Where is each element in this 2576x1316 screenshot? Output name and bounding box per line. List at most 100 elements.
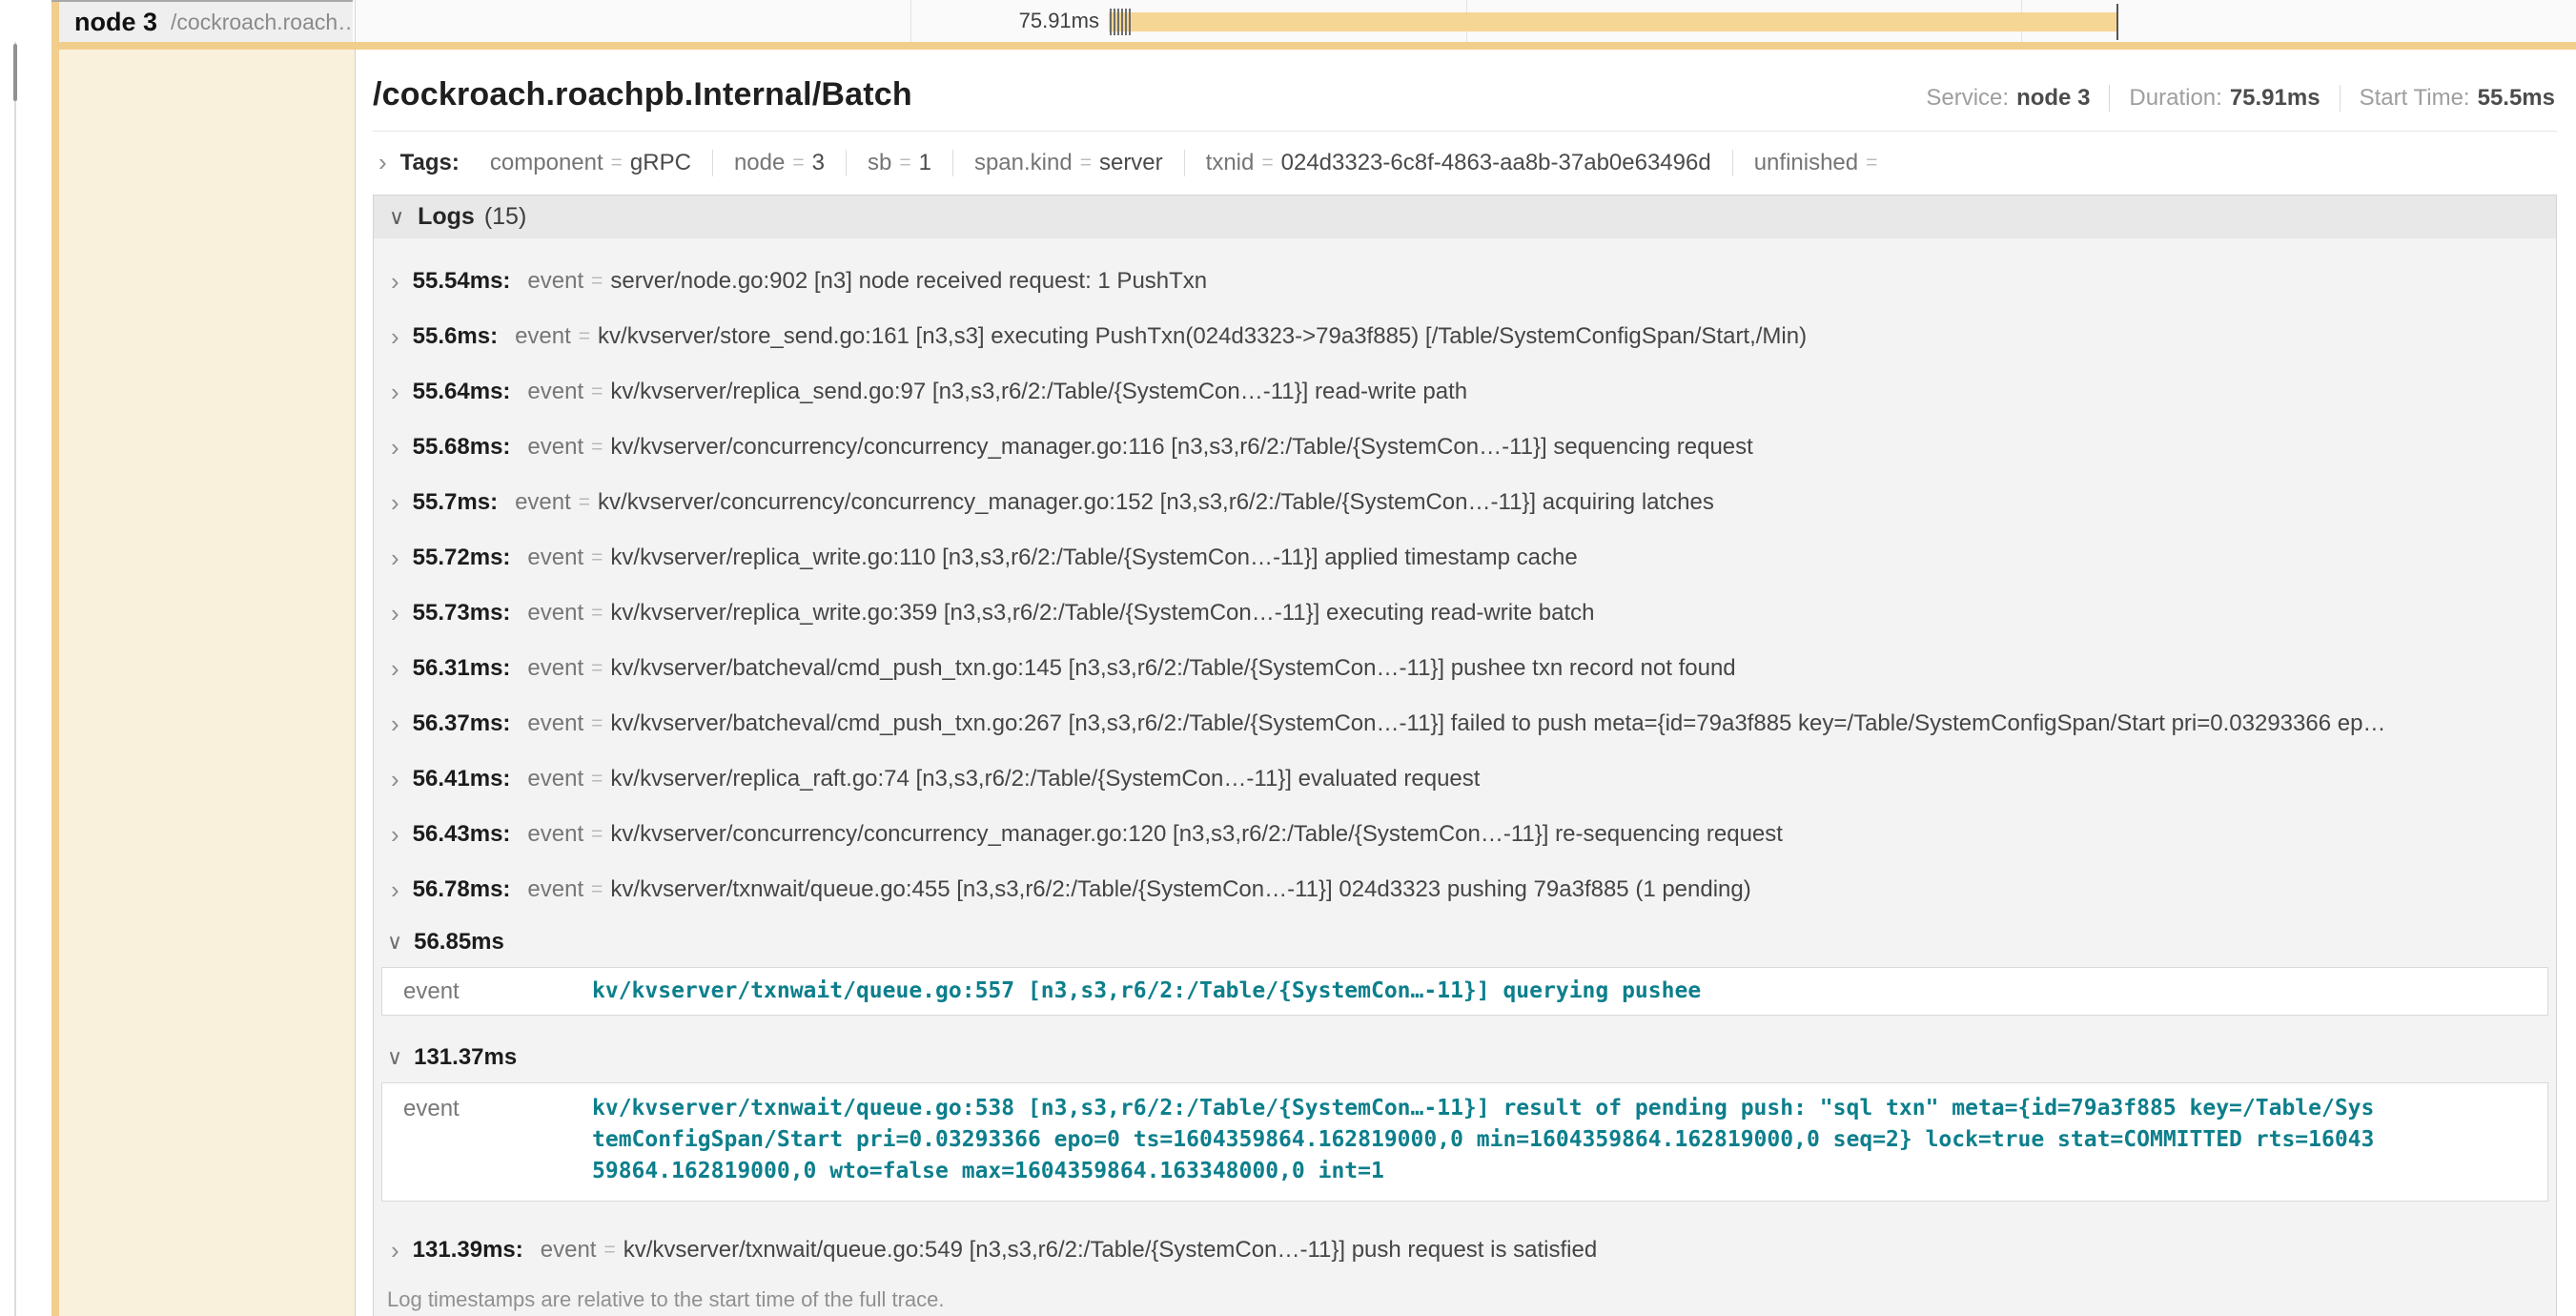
log-field-value[interactable]: kv/kvserver/txnwait/queue.go:557 [n3,s3,… xyxy=(592,976,1716,1007)
tag-span-kind: span.kind = server xyxy=(953,150,1185,176)
log-equals: = xyxy=(591,878,603,901)
log-value: kv/kvserver/replica_write.go:110 [n3,s3,… xyxy=(610,545,1577,571)
log-row[interactable]: › 55.72ms: event = kv/kvserver/replica_w… xyxy=(374,530,2556,586)
log-equals: = xyxy=(591,823,603,846)
log-time: 55.64ms: xyxy=(413,379,511,405)
log-field: event xyxy=(527,766,583,792)
log-value: kv/kvserver/replica_write.go:359 [n3,s3,… xyxy=(610,600,1594,627)
span-operation-name: /cockroach.roach… xyxy=(171,10,353,35)
scrollbar-thumb[interactable] xyxy=(13,44,17,101)
logs-section: ∨ Logs (15) › 55.54ms: event = server/no… xyxy=(373,195,2557,1316)
log-value: kv/kvserver/replica_send.go:97 [n3,s3,r6… xyxy=(610,379,1467,405)
chevron-right-icon: › xyxy=(391,765,399,794)
tag-equals: = xyxy=(1866,152,1877,175)
operation-title: /cockroach.roachpb.Internal/Batch xyxy=(373,76,912,113)
log-row[interactable]: › 55.54ms: event = server/node.go:902 [n… xyxy=(374,254,2556,309)
tag-value: 3 xyxy=(812,150,825,176)
span-service-name: node 3 xyxy=(74,8,157,37)
detail-header: /cockroach.roachpb.Internal/Batch Servic… xyxy=(373,50,2557,132)
chevron-right-icon: › xyxy=(391,378,399,407)
log-row[interactable]: › 56.41ms: event = kv/kvserver/replica_r… xyxy=(374,751,2556,807)
log-tick-icon xyxy=(1110,9,1112,35)
log-tick-icon xyxy=(1129,9,1131,35)
log-field: event xyxy=(515,489,571,516)
duration-label: Duration: xyxy=(2129,85,2221,112)
logs-title: Logs xyxy=(418,203,475,231)
log-time: 55.73ms: xyxy=(413,600,511,627)
log-equals: = xyxy=(579,491,590,514)
span-meta: Service: node 3 Duration: 75.91ms Start … xyxy=(1926,85,2555,113)
chevron-down-icon: ∨ xyxy=(387,1045,402,1070)
log-value: kv/kvserver/batcheval/cmd_push_txn.go:26… xyxy=(610,710,2385,737)
log-row-expanded-header[interactable]: ∨ 131.37ms xyxy=(374,1033,2556,1082)
log-equals: = xyxy=(591,546,603,569)
trace-detail-view: ∨ 75.91ms node 3 /cockroach.roach… /cock… xyxy=(0,0,2576,1316)
span-name-column-highlight xyxy=(59,50,355,1316)
log-time: 56.78ms: xyxy=(413,876,511,903)
chevron-right-icon: › xyxy=(391,1236,399,1265)
log-row[interactable]: › 56.37ms: event = kv/kvserver/batcheval… xyxy=(374,696,2556,751)
tag-unfinished: unfinished = xyxy=(1733,150,1907,176)
log-time: 55.54ms: xyxy=(413,268,511,295)
tag-txnid: txnid = 024d3323-6c8f-4863-aa8b-37ab0e63… xyxy=(1185,150,1733,176)
log-time: 55.72ms: xyxy=(413,545,511,571)
span-bar[interactable] xyxy=(1109,12,2117,31)
tags-accordion[interactable]: › Tags: component = gRPC node = 3 sb = 1… xyxy=(373,132,2557,192)
tag-key: sb xyxy=(868,150,891,176)
span-name-cell[interactable]: node 3 /cockroach.roach… xyxy=(59,0,353,42)
log-field: event xyxy=(527,434,583,461)
log-field-value[interactable]: kv/kvserver/txnwait/queue.go:538 [n3,s3,… xyxy=(592,1093,2394,1187)
service-label: Service: xyxy=(1926,85,2009,112)
log-field: event xyxy=(527,379,583,405)
log-tick-icon xyxy=(1125,9,1127,35)
log-value: kv/kvserver/txnwait/queue.go:455 [n3,s3,… xyxy=(610,876,1750,903)
chevron-right-icon: › xyxy=(391,267,399,297)
log-row[interactable]: › 55.68ms: event = kv/kvserver/concurren… xyxy=(374,420,2556,475)
log-field: event xyxy=(527,876,583,903)
log-equals: = xyxy=(591,657,603,680)
log-time: 56.43ms: xyxy=(413,821,511,848)
log-row[interactable]: › 56.43ms: event = kv/kvserver/concurren… xyxy=(374,807,2556,862)
log-field: event xyxy=(382,976,592,1007)
span-row-top-border xyxy=(51,0,59,2)
start-time-value: 55.5ms xyxy=(2478,85,2555,112)
log-field: event xyxy=(382,1093,592,1187)
log-value: kv/kvserver/txnwait/queue.go:549 [n3,s3,… xyxy=(624,1237,1597,1264)
log-fields-table: event kv/kvserver/txnwait/queue.go:557 [… xyxy=(381,967,2548,1016)
logs-accordion-header[interactable]: ∨ Logs (15) xyxy=(374,195,2556,238)
log-fields-table: event kv/kvserver/txnwait/queue.go:538 [… xyxy=(381,1082,2548,1202)
log-time: 55.7ms: xyxy=(413,489,498,516)
tag-sb: sb = 1 xyxy=(847,150,953,176)
log-field: event xyxy=(541,1237,597,1264)
tag-equals: = xyxy=(1261,152,1273,175)
log-equals: = xyxy=(591,270,603,293)
log-row[interactable]: › 56.31ms: event = kv/kvserver/batcheval… xyxy=(374,641,2556,696)
service-color-accent xyxy=(51,0,59,1316)
log-row[interactable]: › 55.7ms: event = kv/kvserver/concurrenc… xyxy=(374,475,2556,530)
log-row[interactable]: › 55.73ms: event = kv/kvserver/replica_w… xyxy=(374,586,2556,641)
log-time: 56.41ms: xyxy=(413,766,511,792)
tag-value: server xyxy=(1099,150,1163,176)
log-equals: = xyxy=(591,712,603,735)
span-row[interactable]: 75.91ms node 3 /cockroach.roach… xyxy=(0,0,2576,42)
log-value: kv/kvserver/concurrency/concurrency_mana… xyxy=(610,434,1752,461)
tag-key: component xyxy=(490,150,603,176)
detail-panel-top-border xyxy=(51,42,2576,50)
log-equals: = xyxy=(579,325,590,348)
log-row[interactable]: › 131.39ms: event = kv/kvserver/txnwait/… xyxy=(374,1223,2556,1278)
log-equals: = xyxy=(591,768,603,791)
log-row-expanded-header[interactable]: ∨ 56.85ms xyxy=(374,917,2556,967)
log-row[interactable]: › 56.78ms: event = kv/kvserver/txnwait/q… xyxy=(374,862,2556,917)
log-field: event xyxy=(527,710,583,737)
log-value: kv/kvserver/batcheval/cmd_push_txn.go:14… xyxy=(610,655,1735,682)
duration-value: 75.91ms xyxy=(2230,85,2320,112)
tag-component: component = gRPC xyxy=(469,150,713,176)
log-field: event xyxy=(527,821,583,848)
log-row[interactable]: › 55.64ms: event = kv/kvserver/replica_s… xyxy=(374,364,2556,420)
log-tick-icon xyxy=(1121,9,1123,35)
log-time: 56.37ms: xyxy=(413,710,511,737)
log-equals: = xyxy=(591,380,603,403)
log-row[interactable]: › 55.6ms: event = kv/kvserver/store_send… xyxy=(374,309,2556,364)
log-field: event xyxy=(527,655,583,682)
timeline-ruler: 75.91ms xyxy=(355,0,2576,42)
